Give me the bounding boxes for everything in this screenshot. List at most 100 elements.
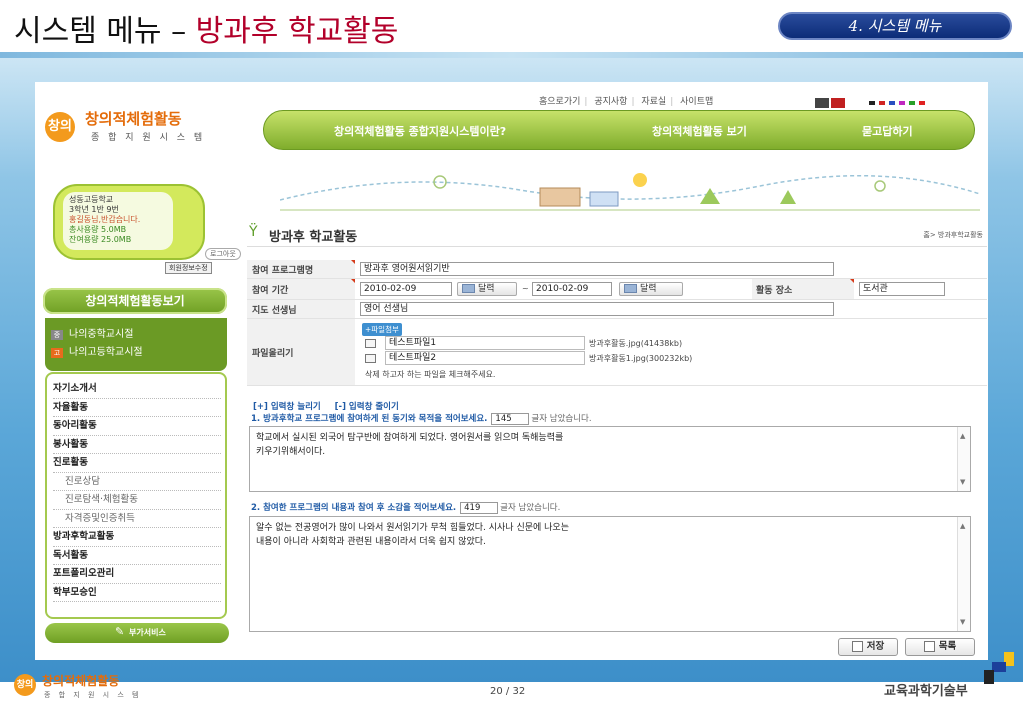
list-label: 목록 (938, 641, 957, 652)
logo-mark-icon: 창의 (14, 674, 36, 696)
sidebar-item[interactable]: 진로상담 (53, 473, 221, 491)
start-calendar-button[interactable]: 달력 (457, 282, 517, 296)
tag-icon: 고 (51, 348, 63, 358)
file-checkbox[interactable] (365, 339, 376, 348)
answer-line: 키우기위해서이다. (256, 447, 326, 457)
profile-school: 성동고등학교 (69, 195, 114, 204)
site-logo[interactable]: 창의 창의적체험활동 종 합 지 원 시 스 템 (45, 108, 225, 148)
quick-link-high[interactable]: 고 나의고등학교시절 (51, 343, 221, 358)
save-icon (851, 641, 863, 652)
sidebar-item[interactable]: 방과후학교활동 (53, 528, 221, 547)
scroll-up-icon[interactable]: ▲ (960, 429, 965, 443)
footer-logo-title: 창의적체험활동 (42, 674, 120, 688)
divider: | (584, 97, 588, 107)
attach-file-button[interactable]: +파일첨부 (362, 323, 402, 336)
question-1-title: 1. 방과후학교 프로그램에 참여하게 된 동기와 목적을 적어보세요. 145 글… (251, 412, 592, 425)
profile-greeting: 홍길동님,반갑습니다. (69, 215, 141, 224)
sidebar-item[interactable]: 진로탐색·체험활동 (53, 491, 221, 510)
color-dot-icon[interactable] (909, 100, 916, 105)
quick-links: 중 나의중학교시절 고 나의고등학교시절 (45, 318, 227, 371)
top-links: 홈으로가기 | 공지사항 | 자료실 | 사이트맵 (535, 94, 717, 107)
color-dot-icon[interactable] (919, 100, 926, 105)
answer-line: 알수 없는 전공영어가 많이 나와서 원서읽기가 무척 힘들었다. 시사나 신문… (256, 523, 569, 533)
period-label: 참여 기간 (247, 279, 355, 299)
nav-about[interactable]: 창의적체험활동 종합지원시스템이란? (334, 123, 506, 139)
color-dot-icon[interactable] (899, 100, 906, 105)
profile-class: 3학년 1반 9번 (69, 205, 119, 214)
sidebar-item[interactable]: 포트폴리오관리 (53, 565, 221, 584)
question-2-title: 2. 참여한 프로그램의 내용과 참여 후 소감을 적어보세요. 419 글자 남았… (251, 501, 560, 514)
range-separator: ~ (522, 284, 529, 293)
ministry-logo: 교육과학기술부 (884, 684, 968, 699)
banner-illustration (280, 173, 980, 211)
nav-view[interactable]: 창의적체험활동 보기 (652, 123, 747, 139)
start-date-input[interactable]: 2010-02-09 (360, 282, 452, 296)
slide-title: 시스템 메뉴 – 방과후 학교활동 (14, 6, 398, 50)
slide-title-main: 시스템 메뉴 – (14, 14, 196, 49)
calendar-label: 달력 (640, 284, 657, 294)
sidebar-header[interactable]: 창의적체험활동보기 (43, 288, 227, 314)
sidebar-item[interactable]: 학부모승인 (53, 584, 221, 602)
main-nav: 창의적체험활동 종합지원시스템이란? 창의적체험활동 보기 묻고답하기 (263, 110, 975, 150)
nav-qna[interactable]: 묻고답하기 (862, 123, 913, 139)
teacher-label: 지도 선생님 (247, 300, 355, 318)
period-row: 참여 기간 2010-02-09 달력 ~ 2010-02-09 달력 활동 장… (247, 279, 987, 300)
logout-button[interactable]: 로그아웃 (205, 248, 241, 260)
scrollbar[interactable]: ▲ ▼ (957, 517, 970, 631)
place-input[interactable]: 도서관 (859, 282, 945, 296)
scroll-down-icon[interactable]: ▼ (960, 615, 965, 629)
char-count: 145 (491, 413, 530, 425)
color-dot-icon[interactable] (889, 100, 896, 105)
quick-link-middle[interactable]: 중 나의중학교시절 (51, 325, 221, 340)
question-2-text: 2. 참여한 프로그램의 내용과 참여 후 소감을 적어보세요. (251, 503, 457, 513)
link-sitemap[interactable]: 사이트맵 (680, 97, 713, 107)
quick-link-label: 나의고등학교시절 (69, 347, 143, 358)
page-header: Ϋ 방과후 학교활동 홈> 방과후학교활동 (247, 222, 987, 247)
answer-1-textarea[interactable]: 학교에서 실시된 외국어 탐구반에 참여하게 되었다. 영어원서를 읽으며 독해… (249, 426, 971, 492)
file-hint: 삭제 하고자 하는 파일을 체크해주세요. (365, 370, 496, 379)
flag-icon[interactable] (815, 97, 829, 108)
input-toggles: [+] 입력창 늘리기 [-] 입력창 줄이기 (253, 400, 399, 412)
scrollbar[interactable]: ▲ ▼ (957, 427, 970, 491)
scroll-down-icon[interactable]: ▼ (960, 475, 965, 489)
required-mark (351, 260, 355, 264)
link-home[interactable]: 홈으로가기 (539, 97, 580, 107)
link-notice[interactable]: 공지사항 (594, 97, 627, 107)
save-button[interactable]: 저장 (838, 638, 898, 656)
program-input[interactable]: 방과후 영어원서읽기반 (360, 262, 834, 276)
logo-mark-icon: 창의 (45, 112, 75, 142)
file-row: 파일올리기 +파일첨부 테스트파일1 방과후활동.jpg(41438kb) 테스… (247, 319, 987, 386)
expand-input-link[interactable]: [+] 입력창 늘리기 (253, 402, 321, 412)
end-date-input[interactable]: 2010-02-09 (532, 282, 612, 296)
page-number: 20 / 32 (490, 686, 526, 697)
sidebar-item[interactable]: 동아리활동 (53, 417, 221, 436)
char-count-suffix: 글자 남았습니다. (531, 414, 592, 424)
teacher-input[interactable]: 영어 선생님 (360, 302, 834, 316)
flag-icon[interactable] (831, 97, 845, 108)
answer-2-textarea[interactable]: 알수 없는 전공영어가 많이 나와서 원서읽기가 무척 힘들었다. 시사나 신문… (249, 516, 971, 632)
color-dot-icon[interactable] (869, 100, 876, 105)
sidebar-item[interactable]: 자기소개서 (53, 380, 221, 399)
sidebar-item[interactable]: 자율활동 (53, 399, 221, 417)
answer-line: 학교에서 실시된 외국어 탐구반에 참여하게 되었다. 영어원서를 읽으며 독해… (256, 433, 564, 443)
sidebar-item[interactable]: 봉사활동 (53, 436, 221, 454)
required-mark (850, 279, 854, 283)
member-edit-button[interactable]: 회원정보수정 (165, 262, 212, 274)
color-dot-icon[interactable] (879, 100, 886, 105)
corner-decoration (984, 652, 1020, 688)
sidebar-item[interactable]: 진로활동 (53, 454, 221, 473)
sprout-icon: Ϋ (249, 224, 258, 240)
footer-logo-subtitle: 종 합 지 원 시 스 템 (44, 691, 142, 699)
sidebar-item[interactable]: 독서활동 (53, 547, 221, 565)
file-checkbox[interactable] (365, 354, 376, 363)
list-button[interactable]: 목록 (905, 638, 975, 656)
extra-service-button[interactable]: ✎ 부가서비스 (45, 623, 229, 643)
teacher-row: 지도 선생님 영어 선생님 (247, 300, 987, 319)
sidebar-item[interactable]: 자격증및인증취득 (53, 510, 221, 528)
end-calendar-button[interactable]: 달력 (619, 282, 683, 296)
shrink-input-link[interactable]: [-] 입력창 줄이기 (335, 402, 399, 412)
scroll-up-icon[interactable]: ▲ (960, 519, 965, 533)
program-label: 참여 프로그램명 (247, 260, 355, 278)
link-archive[interactable]: 자료실 (641, 97, 666, 107)
calendar-label: 달력 (478, 284, 495, 294)
